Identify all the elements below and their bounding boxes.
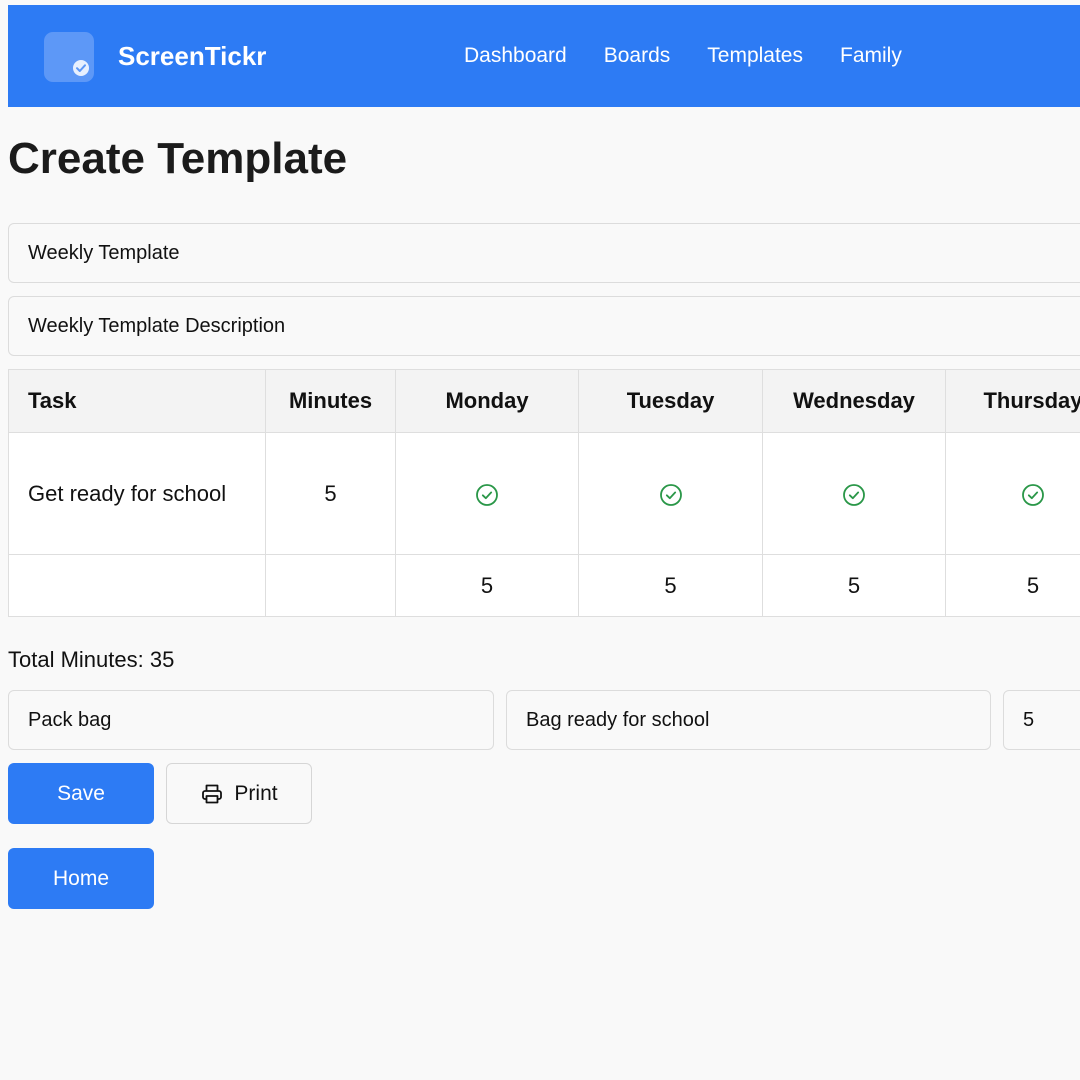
app-logo[interactable] [44, 32, 94, 82]
new-task-description-input[interactable] [506, 690, 991, 750]
check-circle-icon[interactable] [659, 483, 683, 507]
home-button[interactable]: Home [8, 848, 154, 909]
day-cell-thursday[interactable] [945, 432, 1080, 555]
nav-link-boards[interactable]: Boards [604, 43, 671, 69]
printer-icon [202, 784, 223, 803]
table-row: Get ready for school 5 [8, 432, 1080, 555]
template-table: Task Minutes Monday Tuesday Wednesday Th… [8, 369, 1080, 617]
day-cell-monday[interactable] [395, 432, 579, 555]
check-badge-icon [73, 60, 89, 76]
create-template-page: ScreenTickr Dashboard Boards Templates F… [0, 0, 1080, 1080]
totals-empty-cell [265, 554, 396, 617]
day-total-monday: 5 [395, 554, 579, 617]
print-button[interactable]: Print [166, 763, 312, 824]
table-header-row: Task Minutes Monday Tuesday Wednesday Th… [8, 369, 1080, 433]
template-description-input[interactable] [8, 296, 1080, 356]
day-total-wednesday: 5 [762, 554, 946, 617]
check-circle-icon[interactable] [475, 483, 499, 507]
header-tuesday: Tuesday [578, 369, 763, 433]
print-button-label: Print [234, 781, 278, 805]
top-navbar: ScreenTickr Dashboard Boards Templates F… [8, 5, 1080, 107]
day-totals-row: 5 5 5 5 [8, 554, 1080, 617]
header-wednesday: Wednesday [762, 369, 946, 433]
nav-links: Dashboard Boards Templates Family [464, 43, 902, 69]
header-minutes: Minutes [265, 369, 396, 433]
brand-name[interactable]: ScreenTickr [118, 41, 266, 71]
check-circle-icon[interactable] [842, 483, 866, 507]
new-task-minutes-input[interactable] [1003, 690, 1080, 750]
header-task: Task [8, 369, 266, 433]
header-monday: Monday [395, 369, 579, 433]
nav-link-templates[interactable]: Templates [707, 43, 803, 69]
task-name-cell: Get ready for school [8, 432, 266, 555]
day-total-tuesday: 5 [578, 554, 763, 617]
save-button-label: Save [57, 781, 105, 805]
page-title: Create Template [8, 134, 348, 183]
day-cell-wednesday[interactable] [762, 432, 946, 555]
nav-link-family[interactable]: Family [840, 43, 902, 69]
template-table-container: Task Minutes Monday Tuesday Wednesday Th… [8, 369, 1080, 617]
header-thursday: Thursday [945, 369, 1080, 433]
total-minutes: Total Minutes: 35 [8, 647, 175, 672]
template-name-input[interactable] [8, 223, 1080, 283]
nav-link-dashboard[interactable]: Dashboard [464, 43, 567, 69]
day-cell-tuesday[interactable] [578, 432, 763, 555]
task-minutes-cell: 5 [265, 432, 396, 555]
totals-empty-cell [8, 554, 266, 617]
home-button-label: Home [52, 866, 110, 890]
check-circle-icon[interactable] [1021, 483, 1045, 507]
save-button[interactable]: Save [8, 763, 154, 824]
new-task-name-input[interactable] [8, 690, 494, 750]
day-total-thursday: 5 [945, 554, 1080, 617]
